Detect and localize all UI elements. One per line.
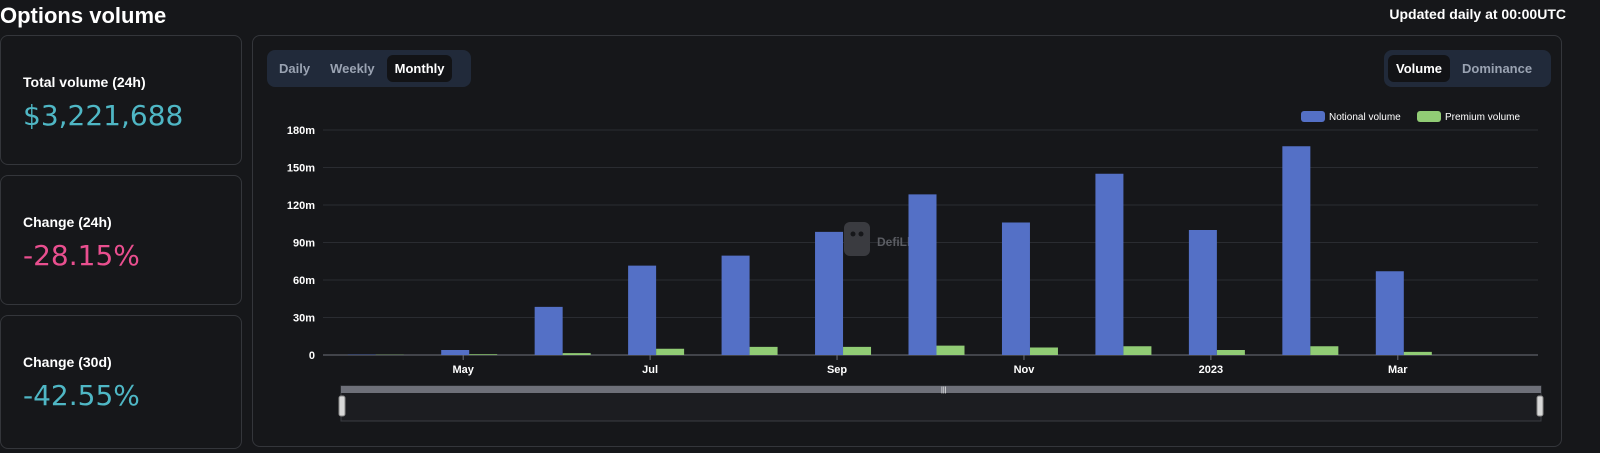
change-30d-card: Change (30d) -42.55% [0,315,242,449]
zoom-left-handle[interactable] [338,395,346,417]
legend-label[interactable]: Premium volume [1445,112,1520,123]
notional-volume-bar[interactable] [1095,173,1124,355]
premium-volume-bar[interactable] [843,346,872,355]
notional-volume-bar[interactable] [1282,146,1311,355]
change-24h-card: Change (24h) -28.15% [0,175,242,305]
total-volume-label: Total volume (24h) [23,74,146,90]
notional-volume-bar[interactable] [1001,222,1030,356]
premium-volume-bar[interactable] [1216,350,1245,355]
legend: Notional volume Premium volume [1301,111,1520,123]
zoom-right-handle[interactable] [1536,395,1544,417]
change-30d-label: Change (30d) [23,354,112,370]
premium-volume-bar[interactable] [1403,351,1432,355]
x-tick-label: Nov [1014,364,1036,376]
options-volume-chart: DefiLlama 030m60m90m120m150m180m May Jul S… [287,111,1544,422]
y-tick-label: 0 [309,350,315,362]
page-title: Options volume [0,3,167,28]
y-tick-label: 120m [287,200,315,212]
data-zoom-slider[interactable]: ||| [338,385,1544,422]
premium-volume-bar[interactable] [1123,346,1152,355]
legend-swatch [1417,111,1441,122]
change-24h-value: -28.15% [23,239,140,272]
x-tick-label: May [452,364,474,376]
y-tick-label: 30m [293,313,315,325]
watermark-logo-icon [844,222,870,256]
bars [347,146,1432,356]
change-24h-label: Change (24h) [23,214,112,230]
total-volume-value: $3,221,688 [23,99,184,132]
legend-label[interactable]: Notional volume [1329,112,1401,123]
change-30d-value: -42.55% [23,379,140,412]
notional-volume-bar[interactable] [815,231,844,355]
y-tick-label: 150m [287,163,315,175]
premium-volume-bar[interactable] [936,345,965,355]
watermark-logo-eye [858,231,864,237]
notional-volume-bar[interactable] [721,255,750,355]
notional-volume-bar[interactable] [908,194,937,355]
x-axis: May Jul Sep Nov 2023 Mar [452,355,1408,376]
y-tick-label: 60m [293,275,315,287]
x-tick-label: 2023 [1199,364,1223,376]
notional-volume-bar[interactable] [1188,230,1217,355]
premium-volume-bar[interactable] [749,346,778,355]
x-tick-label: Jul [642,364,658,376]
watermark-logo-eye [850,231,856,237]
notional-volume-bar[interactable] [441,350,470,355]
zoom-grip-icon[interactable]: ||| [941,387,947,394]
notional-volume-bar[interactable] [1375,271,1404,355]
notional-volume-bar[interactable] [628,265,657,355]
premium-volume-bar[interactable] [562,353,591,355]
update-note: Updated daily at 00:00UTC [1389,6,1566,22]
notional-volume-bar[interactable] [534,306,563,355]
premium-volume-bar[interactable] [1310,346,1339,355]
y-tick-label: 90m [293,238,315,250]
premium-volume-bar[interactable] [1029,347,1058,356]
y-tick-label: 180m [287,125,315,137]
chart-card: Daily Weekly Monthly Volume Dominance De… [252,35,1562,447]
y-axis: 0 30m 60m 90m 120m 150m 180m [287,125,315,362]
legend-swatch [1301,111,1325,122]
x-tick-label: Mar [1388,364,1408,376]
total-volume-card: Total volume (24h) $3,221,688 [0,35,242,165]
premium-volume-bar[interactable] [469,354,498,355]
premium-volume-bar[interactable] [656,348,685,355]
x-tick-label: Sep [827,364,847,376]
